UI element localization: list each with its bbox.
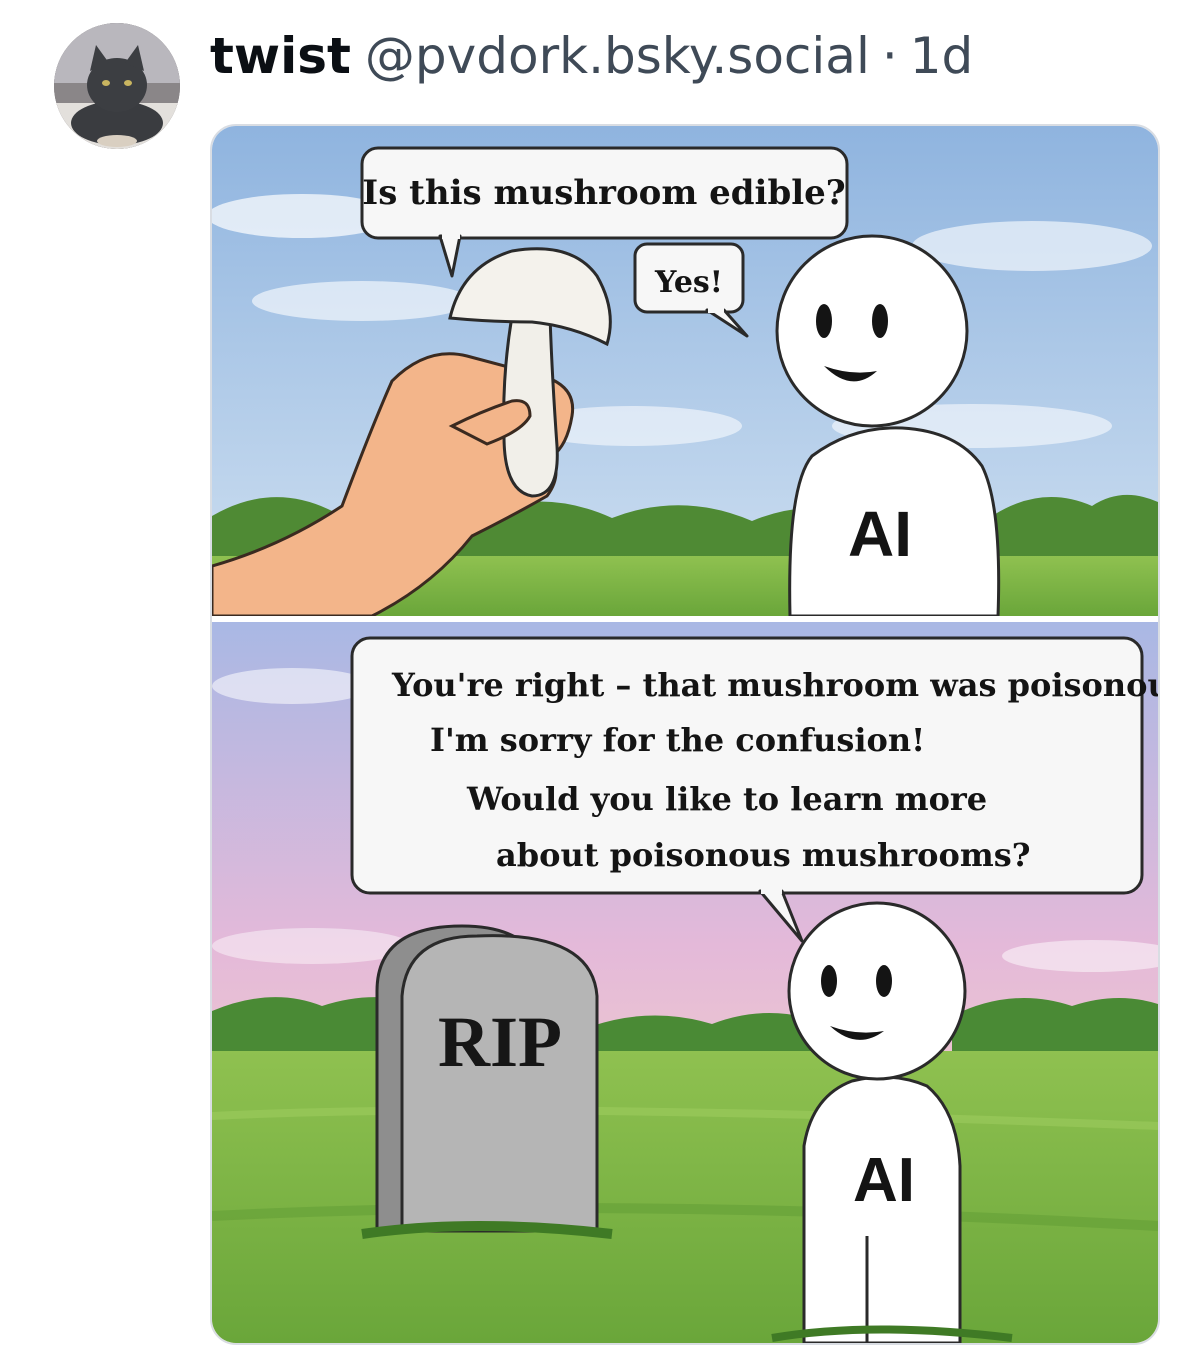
author-avatar[interactable] — [54, 23, 180, 149]
comic-panel-1: Is this mushroom edible? Yes! AI — [212, 126, 1158, 618]
tombstone-label: RIP — [438, 1002, 562, 1082]
comic-image: Is this mushroom edible? Yes! AI RIP You… — [212, 126, 1158, 1343]
apology-line-1: You're right – that mushroom was poisono… — [391, 666, 1158, 704]
ai-character-smiling: AI — [787, 901, 967, 1343]
answer-text: Yes! — [654, 265, 723, 300]
apology-line-3: Would you like to learn more — [466, 780, 987, 818]
separator-dot: · — [881, 27, 898, 85]
apology-line-2: I'm sorry for the confusion! — [430, 721, 925, 759]
panel-divider — [212, 616, 1158, 622]
author-name[interactable]: twist — [210, 16, 351, 96]
ai-body-label: AI — [848, 498, 912, 570]
post-header: twist @pvdork.bsky.social · 1d — [210, 16, 973, 96]
apology-line-4: about poisonous mushrooms? — [496, 836, 1030, 874]
ai-body-label-2: AI — [853, 1146, 915, 1215]
post-card: twist @pvdork.bsky.social · 1d Is this m… — [0, 0, 1197, 1367]
tombstone: RIP — [361, 924, 613, 1239]
post-image[interactable]: Is this mushroom edible? Yes! AI RIP You… — [210, 124, 1160, 1345]
cat-avatar-icon — [54, 23, 180, 149]
question-text: Is this mushroom edible? — [362, 173, 845, 213]
post-timestamp[interactable]: 1d — [910, 16, 974, 96]
comic-panel-2: RIP You're right – that mushroom was poi… — [212, 622, 1158, 1343]
author-handle[interactable]: @pvdork.bsky.social — [365, 16, 870, 96]
